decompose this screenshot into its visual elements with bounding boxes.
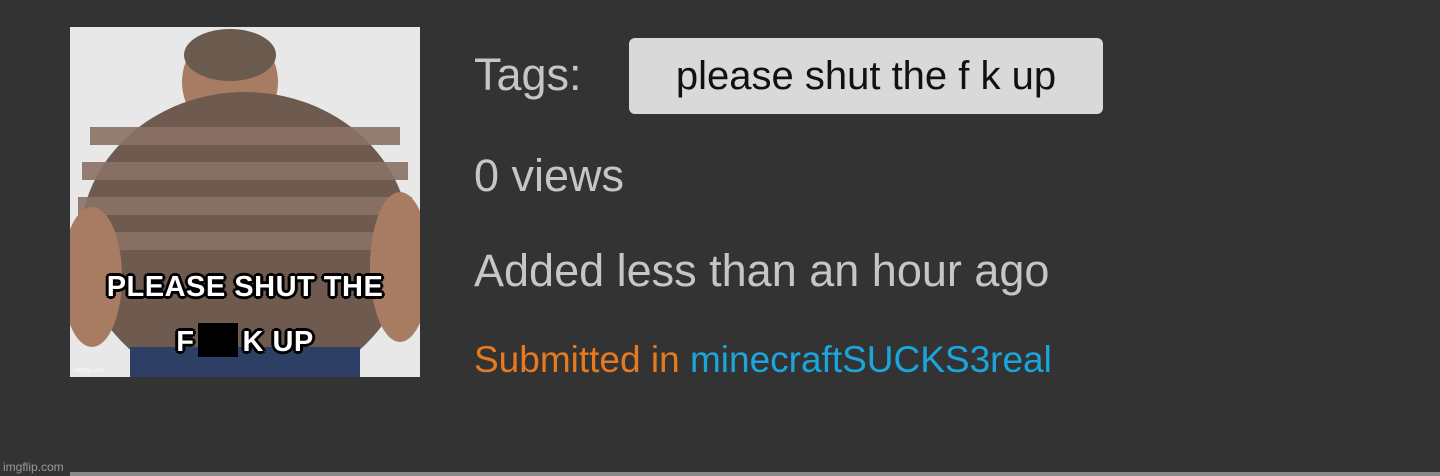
meme-caption-bottom-end: K UP (242, 326, 314, 358)
censor-bar (198, 323, 239, 357)
submitted-in: Submitted in minecraftSUCKS3real (474, 337, 1052, 383)
stream-link[interactable]: minecraftSUCKS3real (690, 339, 1052, 380)
imgflip-watermark: imgflip.com (3, 460, 64, 474)
tag-chip[interactable]: please shut the f k up (629, 38, 1103, 114)
meme-caption-top: PLEASE SHUT THE (106, 271, 384, 303)
meme-watermark: imgflip.com (74, 368, 105, 374)
tags-label: Tags: (474, 49, 582, 100)
added-time: Added less than an hour ago (474, 245, 1050, 296)
meme-caption-bottom-start: F (176, 326, 195, 358)
view-count: 0 views (474, 150, 625, 201)
meme-caption-bottom: F K UP (70, 323, 420, 359)
meme-thumbnail[interactable]: PLEASE SHUT THE F K UP imgflip.com (70, 27, 420, 377)
submitted-prefix: Submitted in (474, 339, 680, 380)
divider (70, 472, 1440, 476)
